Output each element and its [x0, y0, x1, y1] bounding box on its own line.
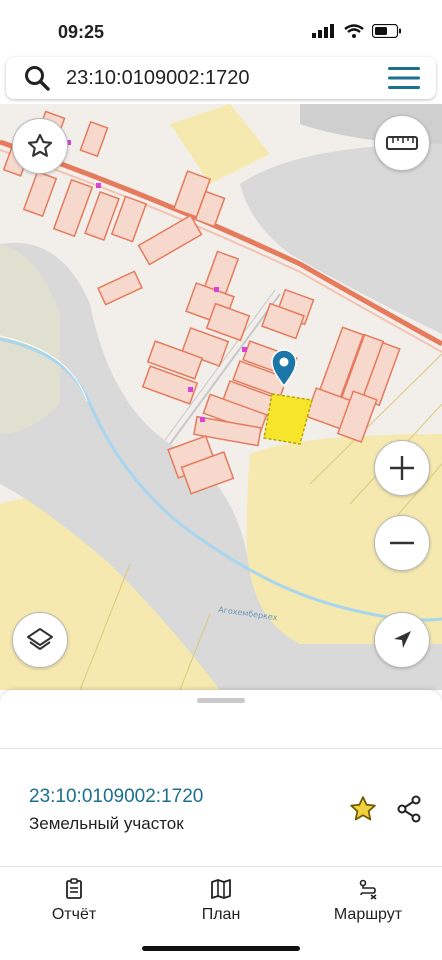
- status-bar: 09:25: [0, 0, 442, 56]
- status-time: 09:25: [58, 22, 105, 42]
- zoom-in-button[interactable]: [374, 440, 430, 496]
- ruler-icon: [386, 136, 418, 150]
- locate-me-button[interactable]: [374, 612, 430, 668]
- wifi-icon: [344, 24, 364, 38]
- sheet-drag-handle[interactable]: [197, 698, 245, 703]
- home-indicator: [142, 946, 300, 951]
- map-view[interactable]: Агохемберкех: [0, 104, 442, 690]
- search-bar: [6, 57, 436, 99]
- signal-icon: [312, 24, 334, 38]
- ruler-button[interactable]: [374, 115, 430, 171]
- search-input[interactable]: [66, 65, 366, 91]
- sheet-divider: [0, 748, 442, 749]
- route-icon: [359, 879, 377, 900]
- status-icons: [312, 24, 402, 38]
- bottom-tab-bar: Отчёт План Маршрут: [0, 870, 442, 960]
- favorite-map-button[interactable]: [12, 118, 68, 174]
- tab-route[interactable]: Маршрут: [308, 878, 428, 928]
- share-icon[interactable]: [394, 794, 424, 824]
- menu-icon[interactable]: [388, 67, 420, 89]
- battery-icon: [372, 24, 401, 38]
- favorite-star-icon[interactable]: [348, 794, 378, 824]
- tab-plan[interactable]: План: [161, 878, 281, 928]
- tab-route-label: Маршрут: [333, 906, 403, 923]
- star-icon: [27, 133, 53, 157]
- zoom-out-button[interactable]: [374, 515, 430, 571]
- tab-plan-label: План: [201, 906, 241, 923]
- search-icon[interactable]: [24, 65, 50, 91]
- layers-button[interactable]: [12, 612, 68, 668]
- layers-icon: [27, 628, 53, 650]
- minus-icon: [390, 541, 414, 545]
- cadastral-number[interactable]: 23:10:0109002:1720: [29, 786, 203, 808]
- object-info-sheet: 23:10:0109002:1720 Земельный участок: [0, 690, 442, 870]
- sheet-divider: [0, 866, 442, 867]
- tab-report-label: Отчёт: [51, 906, 97, 923]
- map-canvas[interactable]: Агохемберкех: [0, 104, 442, 690]
- navigation-arrow-icon: [394, 631, 411, 648]
- tab-report[interactable]: Отчёт: [14, 878, 134, 928]
- object-type: Земельный участок: [29, 814, 184, 833]
- map-plan-icon: [211, 879, 231, 899]
- report-icon: [66, 878, 82, 899]
- plus-icon: [390, 456, 414, 480]
